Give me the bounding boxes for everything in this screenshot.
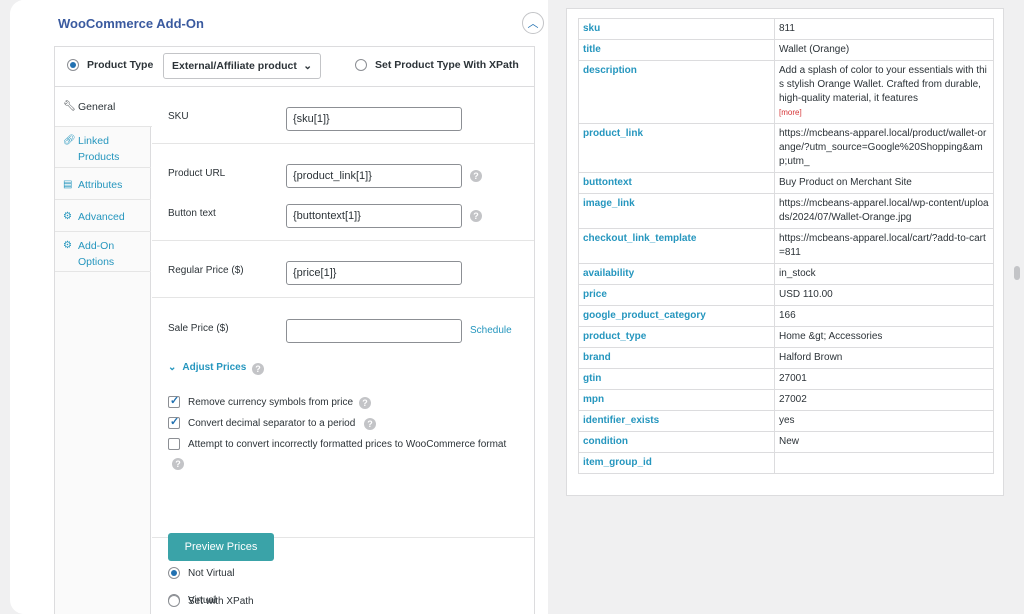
collapse-button[interactable]: ︿ xyxy=(522,12,544,34)
product-url-label: Product URL xyxy=(168,168,226,179)
table-row: buttontext Buy Product on Merchant Site xyxy=(578,172,994,194)
remove-currency-option[interactable]: Remove currency symbols from price xyxy=(168,394,353,408)
sku-section: SKU {sku[1]} xyxy=(152,87,534,144)
table-row: sku 811 xyxy=(578,18,994,40)
product-data-box: Product Type External/Affiliate product … xyxy=(54,46,535,614)
table-row: product_type Home &gt; Accessories xyxy=(578,326,994,348)
product-type-select[interactable]: External/Affiliate product ⌄ xyxy=(163,53,321,79)
tab-add-on-options[interactable]: ⚙ Add-On Options xyxy=(55,232,151,272)
checkbox[interactable] xyxy=(168,438,180,450)
help-icon[interactable]: ? xyxy=(470,170,482,182)
sale-price-input[interactable] xyxy=(286,319,462,343)
button-text-input[interactable]: {buttontext[1]} xyxy=(286,204,462,228)
tab-advanced[interactable]: ⚙ Advanced xyxy=(55,200,151,232)
gear-icon: ⚙ xyxy=(63,211,72,222)
chevron-down-icon: ⌄ xyxy=(303,60,312,72)
tab-linked-products[interactable]: 🔗︎ Linked Products xyxy=(55,127,151,168)
sku-input[interactable]: {sku[1]} xyxy=(286,107,462,131)
table-row: google_product_category 166 xyxy=(578,305,994,327)
table-row: condition New xyxy=(578,431,994,453)
chevron-down-icon: ⌄ xyxy=(168,362,177,373)
addon-panel: WooCommerce Add-On ︿ Product Type Extern… xyxy=(18,0,554,614)
table-row: price USD 110.00 xyxy=(578,284,994,306)
help-icon[interactable]: ? xyxy=(364,418,376,430)
help-icon[interactable]: ? xyxy=(172,458,184,470)
regular-price-section: Regular Price ($) {price[1]} xyxy=(152,241,534,298)
not-virtual-radio[interactable]: Not Virtual xyxy=(168,567,235,579)
table-row: item_group_id xyxy=(578,452,994,474)
sku-label: SKU xyxy=(168,111,189,122)
gear-icon: ⚙ xyxy=(63,240,72,251)
addon-title: WooCommerce Add-On xyxy=(58,16,204,31)
checkbox[interactable] xyxy=(168,415,180,429)
regular-price-label: Regular Price ($) xyxy=(168,265,244,276)
adjust-prices-toggle[interactable]: ⌄ Adjust Prices xyxy=(168,362,246,373)
preview-prices-button[interactable]: Preview Prices xyxy=(168,533,274,561)
schedule-link[interactable]: Schedule xyxy=(470,325,512,336)
sale-price-section: Sale Price ($) Schedule ⌄ Adjust Prices … xyxy=(152,298,534,538)
product-type-radio[interactable]: Product Type xyxy=(67,59,153,71)
button-text-label: Button text xyxy=(168,208,216,219)
help-icon[interactable]: ? xyxy=(470,210,482,222)
checkbox[interactable] xyxy=(168,394,180,408)
table-row: checkout_link_template https://mcbeans-ap… xyxy=(578,228,994,264)
radio-icon xyxy=(168,595,180,607)
wrench-icon: 🔧︎ xyxy=(63,101,76,112)
convert-decimal-option[interactable]: Convert decimal separator to a period xyxy=(168,415,355,429)
set-with-xpath-radio[interactable]: Set with XPath xyxy=(168,595,254,607)
help-icon[interactable]: ? xyxy=(252,363,264,375)
table-row: gtin 27001 xyxy=(578,368,994,390)
product-url-input[interactable]: {product_link[1]} xyxy=(286,164,462,188)
table-row: mpn 27002 xyxy=(578,389,994,411)
table-row: product_link https://mcbeans-apparel.loca… xyxy=(578,123,994,173)
table-row: image_link https://mcbeans-apparel.local/… xyxy=(578,193,994,229)
table-row: availability in_stock xyxy=(578,263,994,285)
regular-price-input[interactable]: {price[1]} xyxy=(286,261,462,285)
help-icon[interactable]: ? xyxy=(359,397,371,409)
radio-icon xyxy=(168,567,180,579)
product-type-row: Product Type External/Affiliate product … xyxy=(55,47,534,87)
table-row: description Add a splash of color to your… xyxy=(578,60,994,124)
product-data-tabs: 🔧︎ General 🔗︎ Linked Products ▤ Attribut… xyxy=(55,87,152,614)
radio-icon xyxy=(355,59,367,71)
record-table: sku 811 title Wallet (Orange) description A… xyxy=(578,18,994,474)
convert-format-option[interactable]: Attempt to convert incorrectly formatted… xyxy=(168,438,506,450)
more-link[interactable]: [more] xyxy=(779,106,989,120)
chevron-up-icon: ︿ xyxy=(527,18,539,30)
table-row: identifier_exists yes xyxy=(578,410,994,432)
tab-attributes[interactable]: ▤ Attributes xyxy=(55,168,151,200)
general-tab-content: SKU {sku[1]} Product URL {product_link[1… xyxy=(152,87,534,614)
tab-general[interactable]: 🔧︎ General xyxy=(55,87,152,127)
radio-icon xyxy=(67,59,79,71)
table-row: brand Halford Brown xyxy=(578,347,994,369)
list-icon: ▤ xyxy=(63,179,73,190)
product-url-section: Product URL {product_link[1]} ? Button t… xyxy=(152,144,534,241)
table-row: title Wallet (Orange) xyxy=(578,39,994,61)
sale-price-label: Sale Price ($) xyxy=(168,323,229,334)
scrollbar[interactable] xyxy=(1014,266,1020,280)
link-icon: 🔗︎ xyxy=(63,135,76,146)
product-type-xpath-radio[interactable]: Set Product Type With XPath xyxy=(355,59,519,71)
